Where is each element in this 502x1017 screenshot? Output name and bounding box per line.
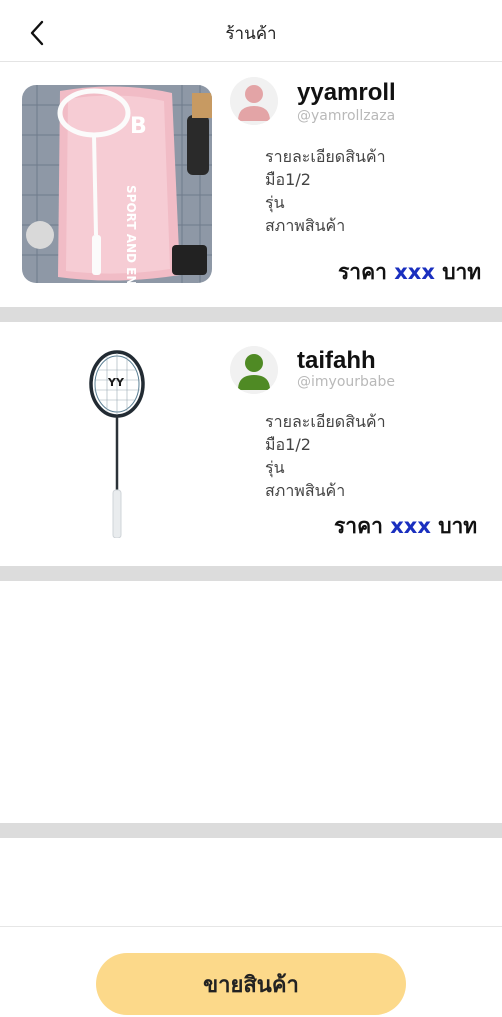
price-value: xxx bbox=[394, 260, 435, 284]
product-image[interactable]: SPORT AND EN B bbox=[22, 85, 212, 283]
empty-listing-slot bbox=[0, 581, 502, 823]
product-details: รายละเอียดสินค้า มือ1/2 รุ่น สภาพสินค้า bbox=[265, 145, 386, 237]
section-divider bbox=[0, 307, 502, 322]
product-details: รายละเอียดสินค้า มือ1/2 รุ่น สภาพสินค้า bbox=[265, 410, 386, 502]
product-image[interactable]: YY bbox=[22, 340, 212, 538]
svg-text:SPORT AND EN: SPORT AND EN bbox=[124, 185, 138, 283]
price: ราคา xxx บาท bbox=[338, 256, 481, 289]
price-unit: บาท bbox=[438, 514, 478, 538]
section-divider bbox=[0, 823, 502, 838]
svg-text:B: B bbox=[130, 114, 147, 139]
price: ราคา xxx บาท bbox=[334, 510, 477, 543]
seller-name[interactable]: yyamroll bbox=[297, 79, 396, 107]
avatar[interactable] bbox=[230, 77, 278, 125]
detail-model: รุ่น bbox=[265, 193, 285, 212]
listing-card[interactable]: YY taifahh @imyourbabe รายละเอียดสินค้า … bbox=[0, 322, 502, 566]
shop-screen: ร้านค้า SPORT AND EN B yyamroll @yamroll… bbox=[0, 0, 502, 1017]
detail-heading: รายละเอียดสินค้า bbox=[265, 412, 386, 431]
seller-handle: @imyourbabe bbox=[297, 374, 395, 390]
header: ร้านค้า bbox=[0, 0, 502, 62]
section-divider bbox=[0, 566, 502, 581]
price-label: ราคา bbox=[334, 514, 383, 538]
detail-condition: สภาพสินค้า bbox=[265, 481, 346, 500]
detail-condition-hand: มือ1/2 bbox=[265, 170, 311, 189]
detail-heading: รายละเอียดสินค้า bbox=[265, 147, 386, 166]
detail-model: รุ่น bbox=[265, 458, 285, 477]
listing-card[interactable]: SPORT AND EN B yyamroll @yamrollzaza ราย… bbox=[0, 63, 502, 307]
price-value: xxx bbox=[390, 514, 431, 538]
detail-condition: สภาพสินค้า bbox=[265, 216, 346, 235]
seller-name[interactable]: taifahh bbox=[297, 347, 376, 375]
page-title: ร้านค้า bbox=[225, 24, 277, 44]
svg-text:YY: YY bbox=[107, 376, 125, 389]
price-label: ราคา bbox=[338, 260, 387, 284]
seller-handle: @yamrollzaza bbox=[297, 108, 396, 124]
detail-condition-hand: มือ1/2 bbox=[265, 435, 311, 454]
sell-product-button[interactable]: ขายสินค้า bbox=[96, 953, 406, 1015]
avatar[interactable] bbox=[230, 346, 278, 394]
bottom-bar: ขายสินค้า bbox=[0, 926, 502, 1017]
price-unit: บาท bbox=[442, 260, 482, 284]
